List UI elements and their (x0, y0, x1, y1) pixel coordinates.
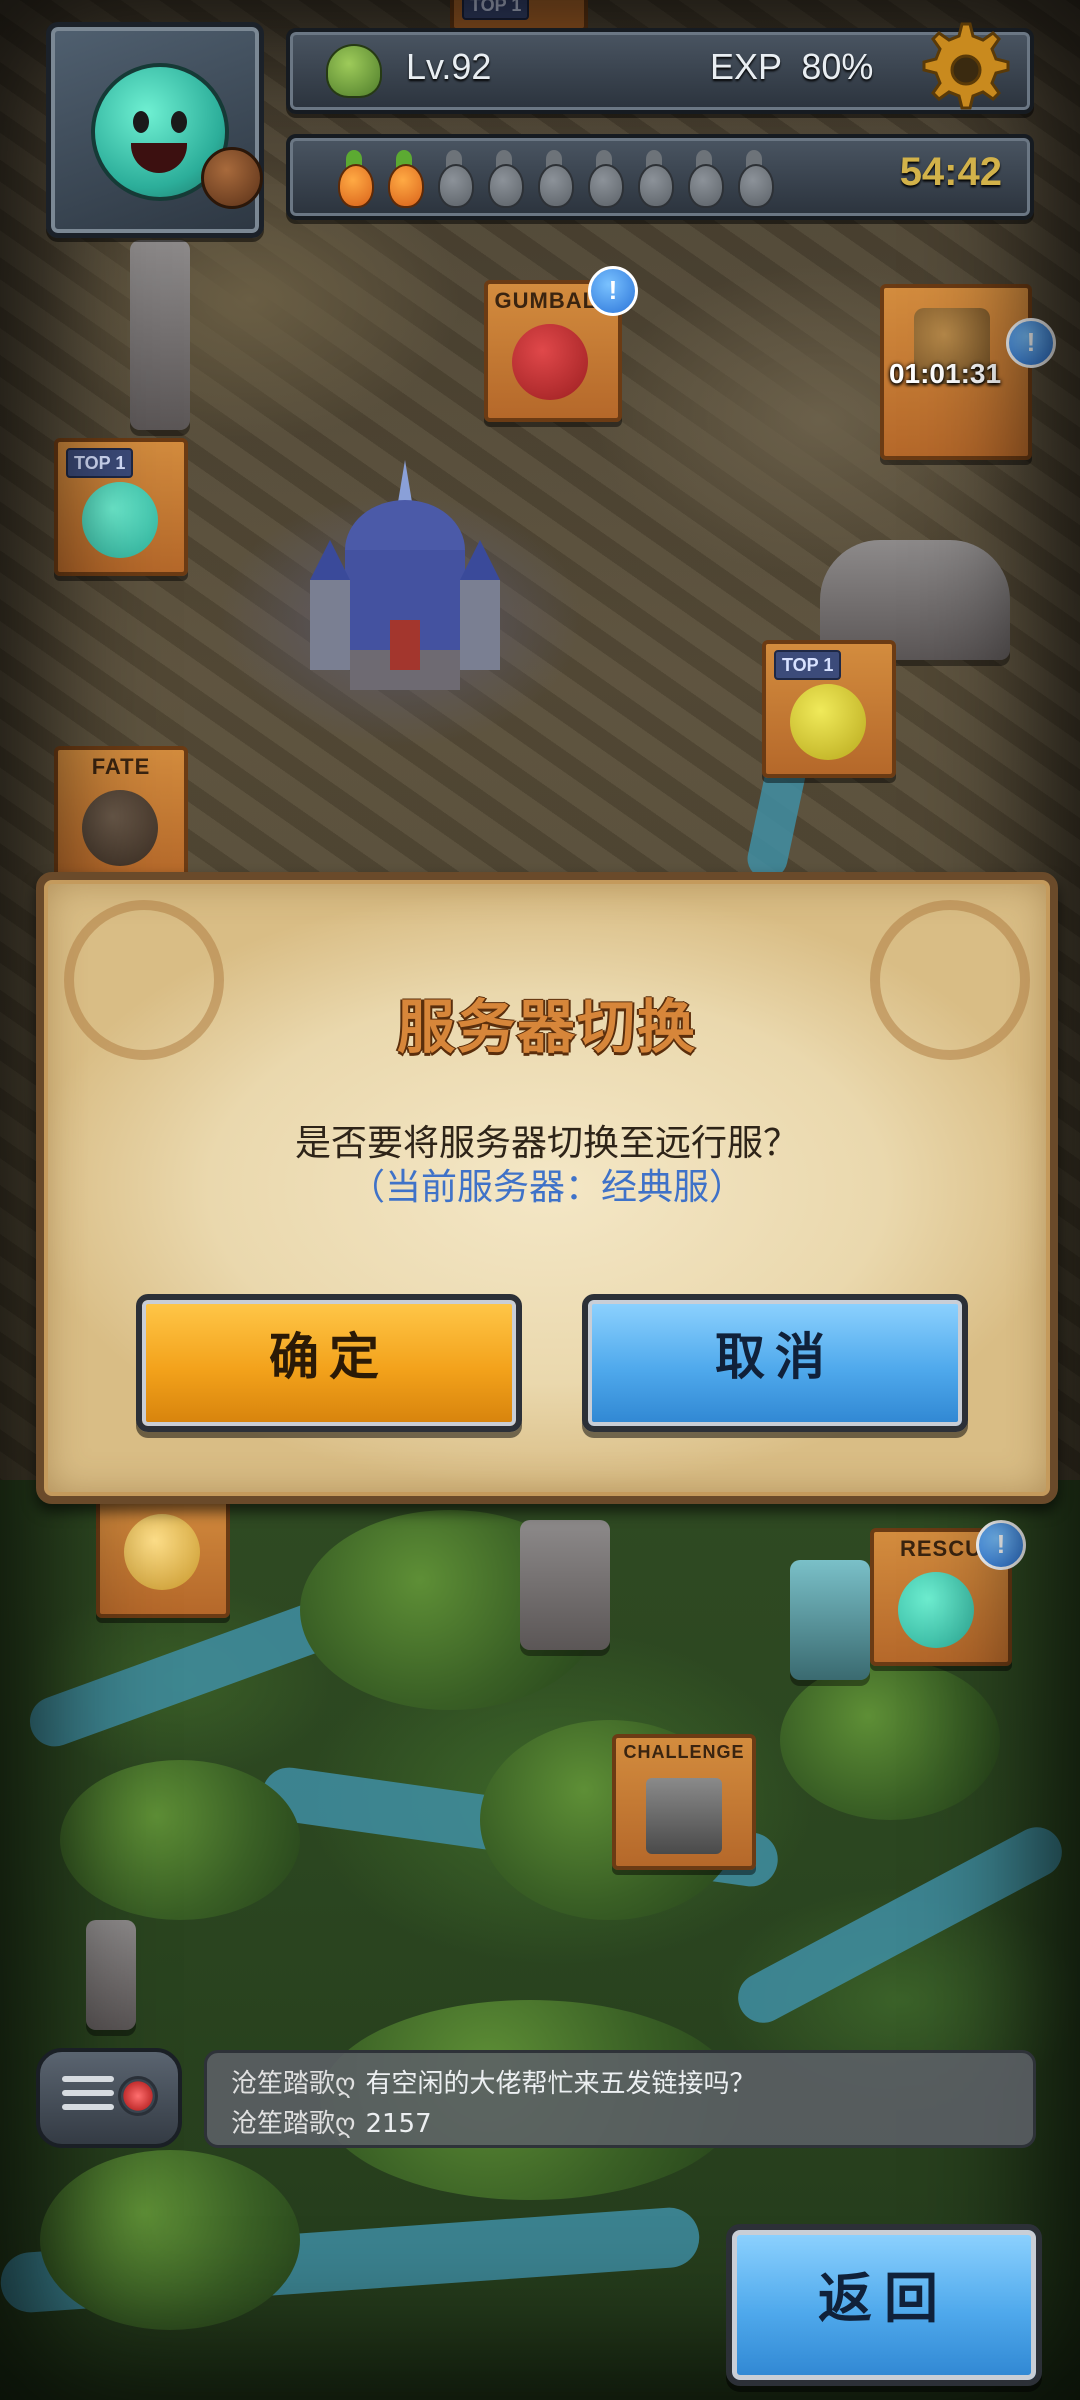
gear-icon[interactable] (912, 16, 1012, 116)
back-button[interactable]: 返回 (726, 2224, 1042, 2386)
shield-icon (201, 147, 263, 209)
chat-message: 沧笙踏歌ღ 有空闲的大佬帮忙来五发链接吗？ (231, 2063, 755, 2100)
monster-portrait-icon (898, 1572, 974, 1648)
player-level: Lv.92 (406, 46, 492, 87)
chat-text: 有空闲的大佬帮忙来五发链接吗？ (365, 2069, 756, 2099)
gate-icon (646, 1778, 722, 1854)
stone-tower (130, 240, 190, 430)
chat-username: 沧笙踏歌ღ (231, 2109, 356, 2139)
stamina-timer: 54:42 (899, 150, 1002, 194)
map-sign-fate[interactable]: FATE (54, 746, 188, 884)
ruins-building (520, 1520, 610, 1650)
sign-label: CHALLENGE (623, 1742, 745, 1762)
chat-message: 沧笙踏歌ღ 2157 (231, 2103, 432, 2140)
broccoli-icon (326, 44, 382, 98)
castle-building[interactable] (290, 460, 520, 700)
stamina-carrots (330, 150, 776, 208)
chat-preview[interactable]: 沧笙踏歌ღ 有空闲的大佬帮忙来五发链接吗？ 沧笙踏歌ღ 2157 (204, 2050, 1036, 2148)
menu-lines-icon (62, 2076, 114, 2118)
fairy-statue[interactable] (790, 1560, 870, 1680)
map-sign-top1-right[interactable]: TOP 1 (762, 640, 896, 778)
rank-tag: TOP 1 (774, 650, 842, 680)
sign-label: FATE (91, 754, 151, 779)
hero-portrait-icon (124, 1514, 200, 1590)
cancel-button[interactable]: 取消 (582, 1294, 968, 1432)
exp-percent: EXP 80% (710, 46, 874, 87)
carrot-icon (330, 150, 376, 208)
carrot-empty-icon (680, 150, 726, 208)
carrot-empty-icon (480, 150, 526, 208)
record-icon (118, 2076, 158, 2116)
tree-cluster (40, 2150, 300, 2330)
notification-badge-icon: ! (976, 1520, 1026, 1570)
confirm-button[interactable]: 确定 (136, 1294, 522, 1432)
rank-tag: TOP 1 (462, 0, 530, 20)
tree-cluster (780, 1660, 1000, 1820)
chat-username: 沧笙踏歌ღ (231, 2069, 356, 2099)
chat-toggle-button[interactable] (36, 2048, 182, 2148)
carrot-empty-icon (630, 150, 676, 208)
carrot-empty-icon (730, 150, 776, 208)
carrot-empty-icon (580, 150, 626, 208)
server-switch-dialog: 服务器切换 是否要将服务器切换至远行服？ （当前服务器：经典服） 确定 取消 (36, 872, 1058, 1504)
chat-text: 2157 (365, 2109, 432, 2139)
monster-portrait-icon (790, 684, 866, 760)
player-avatar[interactable] (46, 22, 264, 238)
carrot-icon (380, 150, 426, 208)
map-sign-hero[interactable] (96, 1490, 230, 1618)
map-sign-top1-left[interactable]: TOP 1 (54, 438, 188, 576)
stump-icon (82, 790, 158, 866)
monster-portrait-icon (82, 482, 158, 558)
chest-timer: 01:01:31 (888, 358, 1002, 389)
gumball-icon (512, 324, 588, 400)
map-sign-challenge[interactable]: CHALLENGE (612, 1734, 756, 1870)
carrot-empty-icon (530, 150, 576, 208)
carrot-empty-icon (430, 150, 476, 208)
tower-building (86, 1920, 136, 2030)
current-server-note: （当前服务器：经典服） (348, 1167, 745, 1208)
tree-cluster (60, 1760, 300, 1920)
dialog-title: 服务器切换 (396, 993, 697, 1061)
rank-tag: TOP 1 (66, 448, 134, 478)
notification-badge-icon: ! (1006, 318, 1056, 368)
notification-badge-icon: ! (588, 266, 638, 316)
stamina-bar: 54:42 (286, 134, 1034, 220)
